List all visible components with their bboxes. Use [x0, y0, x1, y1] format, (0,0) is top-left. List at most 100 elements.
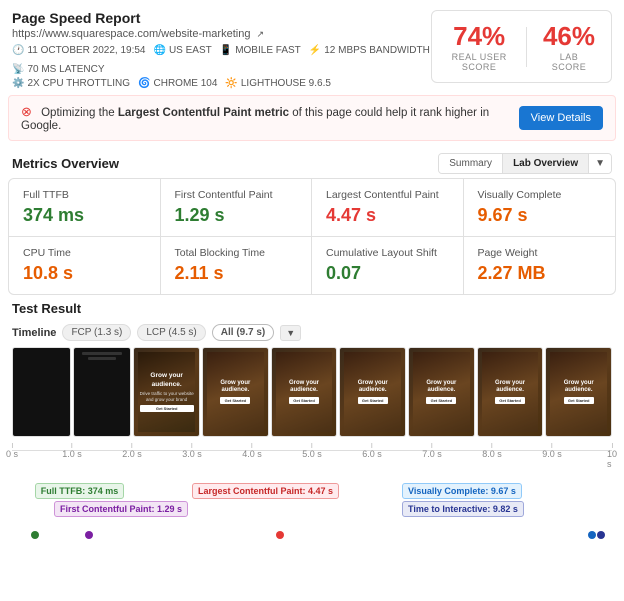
- meta-row-2: ⚙️ 2X CPU THROTTLING 🌀 CHROME 104 🔆 LIGH…: [12, 78, 431, 89]
- metric-pw-value: 2.27 MB: [478, 263, 602, 284]
- frame-2-text: Grow your audience. Drive traffic to you…: [140, 372, 194, 412]
- latency-icon: 📡: [12, 64, 24, 75]
- tab-dropdown-button[interactable]: ▼: [589, 154, 611, 173]
- timeline-pill-lcp[interactable]: LCP (4.5 s): [137, 324, 205, 341]
- real-user-score-value: 74%: [448, 21, 510, 52]
- lab-score: 46% LAB SCORE: [543, 21, 595, 72]
- frame-5-text: Grow your audience. Get Started: [358, 380, 388, 405]
- timeline-pill-all[interactable]: All (9.7 s): [212, 324, 274, 341]
- frame-0-inner: [13, 348, 70, 436]
- ruler-tick-5: 5.0 s: [302, 443, 322, 459]
- metric-full-ttfb-label: Full TTFB: [23, 189, 146, 201]
- metric-cls-value: 0.07: [326, 263, 449, 284]
- frame-1-inner: [74, 348, 131, 436]
- frame-8: Grow your audience. Get Started: [545, 347, 612, 437]
- frame-7-inner: Grow your audience. Get Started: [482, 352, 539, 432]
- frame-6: Grow your audience. Get Started: [408, 347, 475, 437]
- page-title: Page Speed Report: [12, 10, 431, 26]
- metrics-tab-group: Summary Lab Overview ▼: [438, 153, 612, 174]
- metric-cpu-value: 10.8 s: [23, 263, 146, 284]
- metric-tbt-label: Total Blocking Time: [175, 247, 298, 259]
- meta-row: 🕐 11 OCTOBER 2022, 19:54 🌐 US EAST 📱 MOB…: [12, 45, 431, 75]
- score-divider: [526, 27, 527, 67]
- alert-icon: ⊗: [21, 104, 32, 119]
- metric-cls: Cumulative Layout Shift 0.07: [312, 237, 464, 294]
- metric-vc-label: Visually Complete: [478, 189, 602, 201]
- metric-visually-complete: Visually Complete 9.67 s: [464, 179, 616, 237]
- frame-2-inner: Grow your audience. Drive traffic to you…: [138, 352, 195, 432]
- ruler-tick-1: 1.0 s: [62, 443, 82, 459]
- metric-cls-label: Cumulative Layout Shift: [326, 247, 449, 259]
- metric-full-ttfb-value: 374 ms: [23, 205, 146, 226]
- tab-summary[interactable]: Summary: [439, 154, 503, 173]
- metric-full-ttfb: Full TTFB 374 ms: [9, 179, 161, 237]
- metric-pw-label: Page Weight: [478, 247, 602, 259]
- cpu-icon: ⚙️: [12, 78, 24, 89]
- ruler-tick-7: 7.0 s: [422, 443, 442, 459]
- frame-4-text: Grow your audience. Get Started: [289, 380, 319, 405]
- frame-2: Grow your audience. Drive traffic to you…: [133, 347, 200, 437]
- marker-label-1: First Contentful Paint: 1.29 s: [54, 501, 188, 517]
- meta-device: 📱 MOBILE FAST: [220, 45, 301, 56]
- tab-lab-overview[interactable]: Lab Overview: [503, 154, 589, 173]
- timeline-header: Timeline FCP (1.3 s) LCP (4.5 s) All (9.…: [12, 324, 612, 341]
- meta-region: 🌐 US EAST: [154, 45, 212, 56]
- alert-bar: ⊗ Optimizing the Largest Contentful Pain…: [8, 95, 616, 141]
- ruler-tick-9: 9.0 s: [542, 443, 562, 459]
- frame-5-inner: Grow your audience. Get Started: [344, 352, 401, 432]
- test-result-section: Test Result Timeline FCP (1.3 s) LCP (4.…: [0, 295, 624, 547]
- frame-0: [12, 347, 71, 437]
- metrics-grid: Full TTFB 374 ms First Contentful Paint …: [8, 178, 616, 295]
- metrics-section-header: Metrics Overview Summary Lab Overview ▼: [0, 147, 624, 178]
- marker-label-4: Time to Interactive: 9.82 s: [402, 501, 524, 517]
- marker-label-0: Full TTFB: 374 ms: [35, 483, 125, 499]
- metric-cpu-label: CPU Time: [23, 247, 146, 259]
- external-link-icon: ↗: [257, 29, 265, 39]
- metric-fcp-label: First Contentful Paint: [175, 189, 298, 201]
- ruler-tick-3: 3.0 s: [182, 443, 202, 459]
- marker-dot-0: [31, 531, 39, 539]
- metric-lcp-label: Largest Contentful Paint: [326, 189, 449, 201]
- marker-label-2: Largest Contentful Paint: 4.47 s: [192, 483, 339, 499]
- timeline-pill-fcp[interactable]: FCP (1.3 s): [62, 324, 131, 341]
- frame-7: Grow your audience. Get Started: [477, 347, 544, 437]
- frame-3-text: Grow your audience. Get Started: [220, 380, 250, 405]
- frame-4: Grow your audience. Get Started: [271, 347, 338, 437]
- lab-score-label: LAB SCORE: [543, 52, 595, 72]
- timeline-ruler: 0 s1.0 s2.0 s3.0 s4.0 s5.0 s6.0 s7.0 s8.…: [12, 443, 612, 461]
- bandwidth-icon: ⚡: [309, 45, 321, 56]
- globe-icon: 🌐: [154, 45, 166, 56]
- metric-lcp-value: 4.47 s: [326, 205, 449, 226]
- header-info: Page Speed Report https://www.squarespac…: [12, 10, 431, 89]
- timeline-dropdown-button[interactable]: ▼: [280, 325, 301, 341]
- ruler-tick-6: 6.0 s: [362, 443, 382, 459]
- timeline-frames: Grow your audience. Drive traffic to you…: [12, 347, 612, 437]
- frame-4-inner: Grow your audience. Get Started: [276, 352, 333, 432]
- scores-box: 74% REAL USER SCORE 46% LAB SCORE: [431, 10, 612, 83]
- metric-cpu-time: CPU Time 10.8 s: [9, 237, 161, 294]
- page-header: Page Speed Report https://www.squarespac…: [0, 0, 624, 95]
- meta-cpu: ⚙️ 2X CPU THROTTLING: [12, 78, 130, 89]
- real-user-score-label: REAL USER SCORE: [448, 52, 510, 72]
- url-link[interactable]: https://www.squarespace.com/website-mark…: [12, 28, 250, 40]
- metric-fcp-value: 1.29 s: [175, 205, 298, 226]
- metric-fcp: First Contentful Paint 1.29 s: [161, 179, 313, 237]
- page-url: https://www.squarespace.com/website-mark…: [12, 28, 431, 40]
- frame-6-inner: Grow your audience. Get Started: [413, 352, 470, 432]
- chrome-icon: 🌀: [138, 78, 150, 89]
- frame-8-inner: Grow your audience. Get Started: [550, 352, 607, 432]
- marker-dot-2: [276, 531, 284, 539]
- view-details-button[interactable]: View Details: [519, 106, 603, 130]
- clock-icon: 🕐: [12, 45, 24, 56]
- alert-text: ⊗ Optimizing the Largest Contentful Pain…: [21, 104, 507, 132]
- frame-5: Grow your audience. Get Started: [339, 347, 406, 437]
- frame-7-text: Grow your audience. Get Started: [495, 380, 525, 405]
- test-result-title: Test Result: [12, 301, 612, 316]
- lab-score-value: 46%: [543, 21, 595, 52]
- meta-lighthouse: 🔆 LIGHTHOUSE 9.6.5: [225, 78, 330, 89]
- meta-latency: 📡 70 MS LATENCY: [12, 64, 105, 75]
- markers-area: Full TTFB: 374 ms First Contentful Paint:…: [12, 463, 612, 543]
- marker-dot-1: [85, 531, 93, 539]
- metrics-title: Metrics Overview: [12, 156, 119, 171]
- metric-lcp: Largest Contentful Paint 4.47 s: [312, 179, 464, 237]
